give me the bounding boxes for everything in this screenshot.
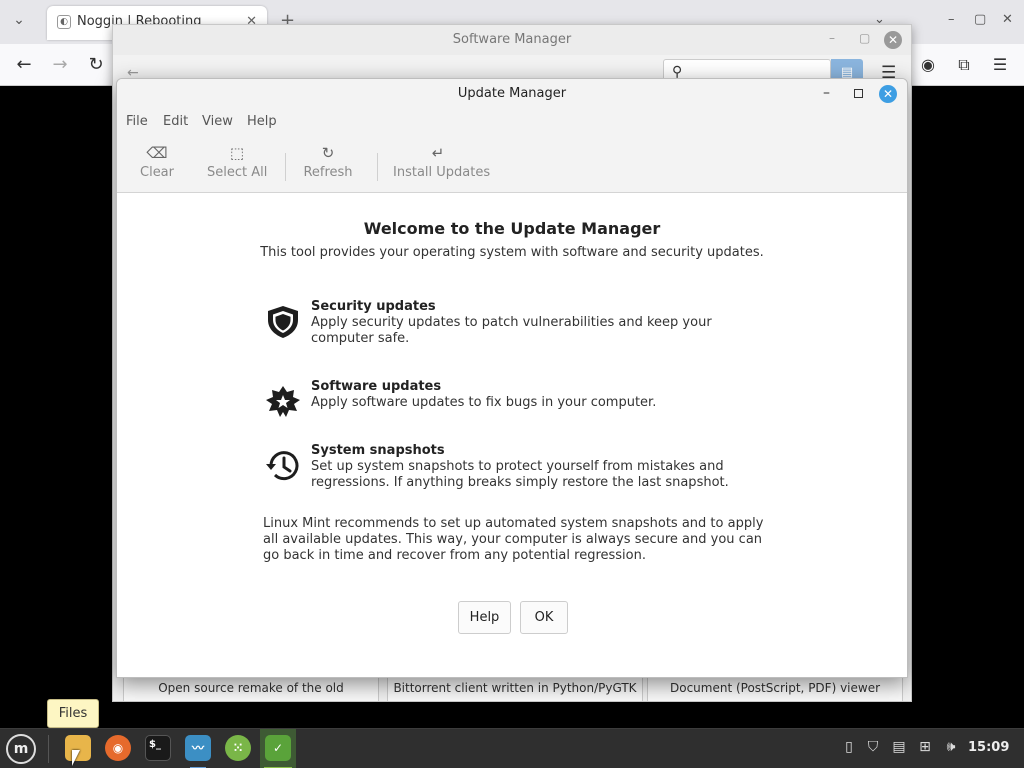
badge-star-icon — [266, 386, 300, 417]
select-all-icon: ⬚ — [229, 144, 245, 162]
update-manager-window: Update Manager – ✕ File Edit View Help ⌫… — [116, 78, 908, 678]
swm-close-button[interactable]: ✕ — [884, 31, 902, 49]
taskbar-update-manager[interactable]: ✓ — [260, 729, 296, 768]
menu-help[interactable]: Help — [247, 114, 277, 129]
refresh-button[interactable]: ↻ Refresh — [303, 143, 353, 187]
feature-description: Apply security updates to patch vulnerab… — [311, 315, 712, 346]
select-all-button[interactable]: ⬚ Select All — [207, 143, 267, 187]
browser-minimize-button[interactable]: – — [948, 12, 955, 27]
menu-bar: File Edit View Help — [117, 109, 907, 135]
software-manager-titlebar: Software Manager – ▢ ✕ — [113, 25, 911, 55]
tab-list-icon[interactable]: ⌄ — [8, 12, 30, 32]
firefox-icon: ◉ — [105, 735, 131, 761]
volume-icon[interactable]: 🕪 — [942, 739, 960, 755]
shield-check-icon: ✓ — [265, 735, 291, 761]
reload-button[interactable]: ↻ — [84, 53, 108, 77]
forward-button[interactable]: → — [48, 53, 72, 77]
history-icon — [266, 451, 299, 481]
terminal-icon: $_ — [145, 735, 171, 761]
menu-file[interactable]: File — [126, 114, 148, 129]
taskbar: m ◉ $_ 〰 ⁙ ✓ ▯ ⛉ ▤ ⊞ 🕪 15:09 — [0, 728, 1024, 768]
keyboard-layout-icon[interactable]: ▯ — [840, 739, 858, 755]
app-card-summary: Open source remake of the old — [158, 681, 344, 695]
tab-favicon-icon: ◐ — [57, 15, 71, 29]
update-manager-title: Update Manager — [457, 86, 567, 101]
browser-close-button[interactable]: ✕ — [1002, 12, 1013, 27]
taskbar-calculator-launcher[interactable]: ⁙ — [220, 729, 256, 768]
help-button[interactable]: Help — [458, 601, 511, 634]
feature-description: Apply software updates to fix bugs in yo… — [311, 395, 657, 410]
recommendation-text: Linux Mint recommends to set up automate… — [263, 516, 764, 563]
welcome-subtitle: This tool provides your operating system… — [260, 245, 764, 260]
feature-description: Set up system snapshots to protect yours… — [311, 459, 729, 490]
swm-maximize-button[interactable]: ▢ — [859, 31, 870, 45]
select-all-label: Select All — [207, 165, 268, 180]
minimize-button[interactable]: – — [823, 85, 830, 101]
extensions-icon[interactable]: ⧉ — [952, 53, 976, 77]
update-shield-tray-icon[interactable]: ⛉ — [864, 739, 882, 755]
feature-title: Software updates — [311, 379, 442, 394]
back-button[interactable]: ← — [12, 53, 36, 77]
maximize-button[interactable] — [854, 89, 863, 98]
install-updates-button[interactable]: ↵ Install Updates — [393, 143, 491, 187]
app-card[interactable]: Bittorrent client written in Python/PyGT… — [387, 677, 643, 701]
feature-title: Security updates — [311, 299, 436, 314]
clear-button[interactable]: ⌫ Clear — [139, 143, 175, 187]
app-card[interactable]: Open source remake of the old — [123, 677, 379, 701]
swm-minimize-button[interactable]: – — [829, 31, 835, 45]
network-icon[interactable]: ⊞ — [916, 739, 934, 755]
clear-icon: ⌫ — [146, 144, 168, 162]
taskbar-firefox-launcher[interactable]: ◉ — [100, 729, 136, 768]
calculator-icon: ⁙ — [225, 735, 251, 761]
clock[interactable]: 15:09 — [968, 740, 1009, 755]
app-card-summary: Bittorrent client written in Python/PyGT… — [393, 681, 637, 695]
update-manager-titlebar: Update Manager – ✕ — [117, 79, 907, 109]
taskbar-separator — [48, 735, 49, 763]
refresh-icon: ↻ — [321, 144, 335, 162]
welcome-title: Welcome to the Update Manager — [363, 219, 661, 238]
app-card-summary: Document (PostScript, PDF) viewer — [669, 681, 881, 695]
menu-view[interactable]: View — [202, 114, 233, 129]
install-icon: ↵ — [431, 144, 445, 162]
toolbar: ⌫ Clear ⬚ Select All ↻ Refresh ↵ Install… — [117, 135, 907, 193]
app-card[interactable]: Document (PostScript, PDF) viewer — [647, 677, 903, 701]
swm-app-cards: Open source remake of the old Bittorrent… — [123, 677, 903, 701]
feature-title: System snapshots — [311, 443, 445, 458]
mint-menu-button[interactable]: m — [6, 734, 36, 764]
taskbar-terminal-launcher[interactable]: $_ — [140, 729, 176, 768]
notes-tray-icon[interactable]: ▤ — [890, 739, 908, 755]
toolbar-separator — [285, 153, 286, 181]
ok-button[interactable]: OK — [520, 601, 568, 634]
menu-icon[interactable]: ☰ — [988, 53, 1012, 77]
files-tooltip: Files — [47, 699, 99, 728]
close-button[interactable]: ✕ — [879, 85, 897, 103]
shield-icon — [268, 306, 298, 338]
software-manager-title: Software Manager — [452, 32, 572, 47]
menu-edit[interactable]: Edit — [163, 114, 188, 129]
welcome-panel: Welcome to the Update Manager This tool … — [117, 193, 907, 677]
toolbar-separator — [377, 153, 378, 181]
system-monitor-icon: 〰 — [185, 735, 211, 761]
install-updates-label: Install Updates — [393, 165, 491, 180]
mouse-cursor — [72, 750, 80, 766]
taskbar-system-monitor[interactable]: 〰 — [180, 729, 216, 768]
refresh-label: Refresh — [303, 165, 353, 180]
account-icon[interactable]: ◉ — [916, 53, 940, 77]
clear-label: Clear — [140, 165, 174, 180]
browser-maximize-button[interactable]: ▢ — [974, 12, 986, 27]
